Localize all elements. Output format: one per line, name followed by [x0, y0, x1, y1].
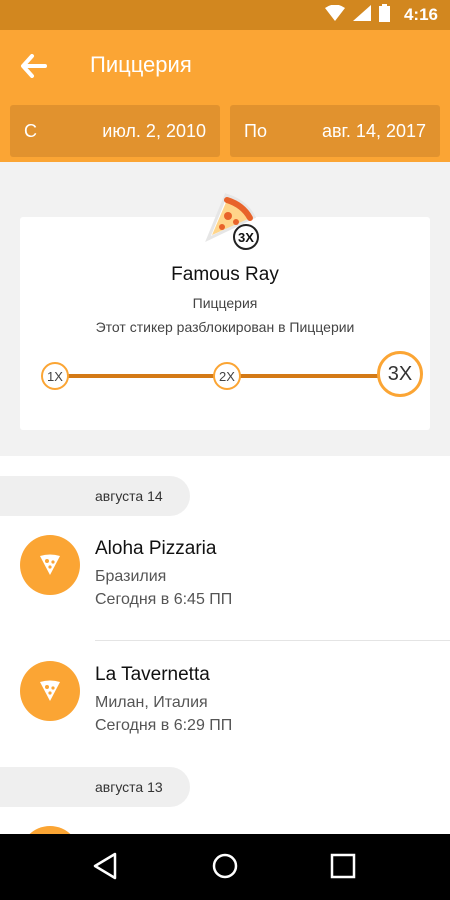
date-to-value: авг. 14, 2017 [321, 120, 426, 141]
sticker-badge: 3X [238, 230, 254, 245]
app-bar: Пиццерия С июл. 2, 2010 По авг. 14, 2017 [0, 30, 450, 162]
back-button[interactable] [14, 48, 54, 88]
list-item-partial[interactable] [0, 824, 450, 834]
date-to-label: По [244, 120, 267, 141]
pizza-icon [20, 826, 80, 834]
venue-location: Милан, Италия [95, 694, 208, 711]
date-from-label: С [24, 120, 37, 141]
sticker-category: Пиццерия [192, 295, 258, 311]
arrow-back-icon [20, 53, 48, 83]
system-nav-bar [0, 834, 450, 900]
date-to-picker[interactable]: По авг. 14, 2017 [230, 105, 440, 157]
sticker-section: 3X Famous Ray Пиццерия Этот стикер разбл… [0, 162, 450, 456]
date-from-picker[interactable]: С июл. 2, 2010 [10, 105, 220, 157]
date-header: августа 14 [0, 476, 190, 516]
status-icons: 4:16 [324, 0, 438, 30]
venue-name: Aloha Pizzaria [95, 538, 217, 559]
pizza-icon [20, 661, 80, 721]
status-time: 4:16 [403, 5, 438, 24]
level-1-badge: 1X [41, 362, 69, 390]
square-recents-icon [330, 853, 356, 884]
sticker-description: Этот стикер разблокирован в Пиццерии [95, 319, 355, 335]
date-from-value: июл. 2, 2010 [102, 120, 206, 141]
wifi-icon [324, 4, 345, 26]
list-item[interactable]: La Tavernetta Милан, Италия Сегодня в 6:… [0, 659, 450, 759]
date-header: августа 13 [0, 767, 190, 807]
sticker-name: Famous Ray [171, 264, 279, 285]
nav-home-button[interactable] [208, 851, 242, 885]
checkin-time: Сегодня в 6:29 ПП [95, 717, 233, 734]
signal-icon [352, 4, 371, 26]
nav-back-button[interactable] [88, 851, 122, 885]
level-2-badge: 2X [213, 362, 241, 390]
page-title: Пиццерия [90, 52, 192, 77]
venue-name: La Tavernetta [95, 664, 210, 685]
sticker-card: 3X Famous Ray Пиццерия Этот стикер разбл… [20, 193, 430, 430]
status-bar: 4:16 [0, 0, 450, 30]
circle-home-icon [211, 852, 239, 885]
level-3-badge: 3X [377, 351, 423, 397]
venue-location: Бразилия [95, 568, 167, 585]
list-item[interactable]: Aloha Pizzaria Бразилия Сегодня в 6:45 П… [0, 533, 450, 640]
triangle-back-icon [92, 852, 118, 885]
level-progress: 1X 2X 3X [20, 350, 430, 400]
nav-recents-button[interactable] [326, 851, 360, 885]
pizza-sticker-icon: 3X [200, 189, 264, 253]
pizza-icon [20, 535, 80, 595]
battery-icon [378, 3, 390, 27]
checkin-time: Сегодня в 6:45 ПП [95, 591, 233, 608]
divider [95, 640, 450, 641]
